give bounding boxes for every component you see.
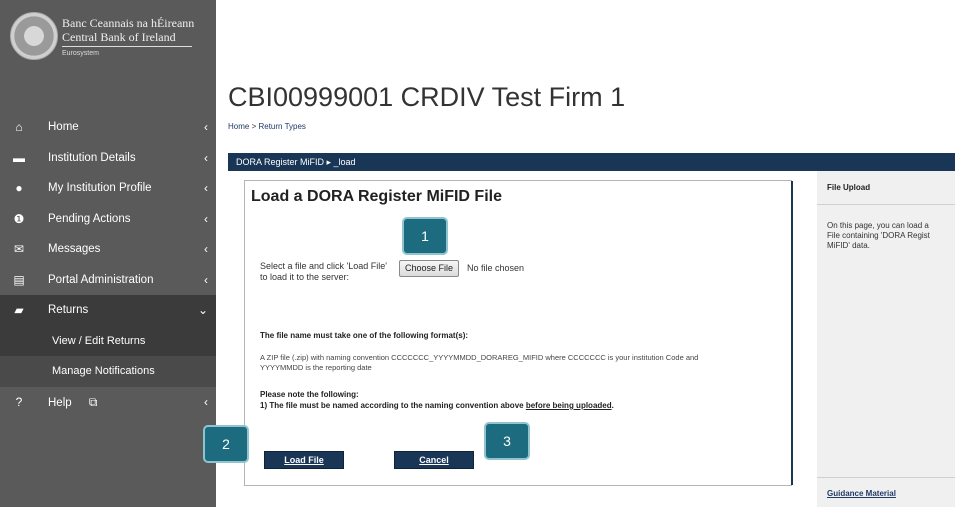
cancel-button[interactable]: Cancel: [394, 451, 474, 469]
choose-file-button[interactable]: Choose File: [399, 260, 460, 277]
panel-divider: [791, 181, 793, 485]
chevron-down-icon: ⌄: [197, 303, 208, 317]
sidebar-item-label: Returns: [48, 304, 89, 316]
help-panel: File Upload On this page, you can load a…: [817, 171, 955, 507]
load-file-button[interactable]: Load File: [264, 451, 344, 469]
sidebar-subitem-manage-notifications[interactable]: Manage Notifications: [0, 356, 216, 387]
sidebar-item-label: My Institution Profile: [48, 182, 152, 194]
user-icon: ●: [15, 181, 23, 195]
list-icon: ▤: [13, 272, 25, 287]
form-title: Load a DORA Register MiFID File: [251, 188, 502, 205]
chevron-left-icon: ‹: [204, 394, 208, 409]
envelope-icon: ✉: [13, 242, 25, 256]
note-text-prefix: 1) The file must be named according to t…: [260, 401, 526, 410]
home-icon: ⌂: [15, 120, 23, 134]
alert-icon: ❶: [13, 211, 25, 226]
brand-name-irish: Banc Ceannais na hÉireann: [62, 16, 195, 30]
sidebar-item-label: Pending Actions: [48, 212, 131, 225]
note-text-link[interactable]: before being uploaded: [526, 401, 612, 410]
format-heading: The file name must take one of the follo…: [260, 331, 469, 340]
help-panel-divider: [817, 477, 955, 478]
chevron-left-icon: ‹: [204, 272, 208, 287]
callout-1: 1: [402, 217, 448, 255]
breadcrumb-return-types[interactable]: Return Types: [258, 122, 305, 131]
file-select-label: Select a file and click 'Load File' to l…: [260, 261, 388, 282]
breadcrumb-home[interactable]: Home: [228, 122, 249, 131]
chevron-left-icon: ‹: [204, 150, 208, 165]
sidebar-subitem-view-edit-returns[interactable]: View / Edit Returns: [0, 325, 216, 356]
seal-icon: [10, 12, 58, 60]
help-panel-body: On this page, you can load a File contai…: [827, 221, 930, 250]
page-title: CBI00999001 CRDIV Test Firm 1: [228, 82, 626, 112]
sidebar-item-my-institution-profile[interactable]: ● My Institution Profile ‹: [0, 173, 216, 204]
sidebar-item-label: Home: [48, 121, 79, 133]
chevron-left-icon: ‹: [204, 120, 208, 134]
chevron-left-icon: ‹: [204, 211, 208, 226]
sidebar: Banc Ceannais na hÉireann Central Bank o…: [0, 0, 216, 507]
chevron-left-icon: ‹: [204, 181, 208, 195]
breadcrumb: Home > Return Types: [228, 122, 306, 131]
brand-eurosystem: Eurosystem: [62, 50, 99, 57]
sidebar-item-label: Help: [48, 396, 72, 409]
section-bar: DORA Register MiFID ▸ _load: [228, 153, 955, 171]
briefcase-icon: ▬: [13, 150, 25, 165]
folder-open-icon: ▰: [14, 303, 24, 317]
guidance-material-link[interactable]: Guidance Material: [827, 489, 896, 498]
sidebar-item-label: Institution Details: [48, 151, 136, 164]
callout-2: 2: [203, 425, 249, 463]
sidebar-item-portal-administration[interactable]: ▤ Portal Administration ‹: [0, 265, 216, 296]
file-status-text: No file chosen: [467, 263, 525, 273]
chevron-left-icon: ‹: [204, 242, 208, 256]
sidebar-nav: ⌂ Home ‹ ▬ Institution Details ‹ ● My In…: [0, 112, 216, 417]
brand-name-english: Central Bank of Ireland: [62, 30, 176, 44]
help-panel-title: File Upload: [827, 183, 871, 192]
brand-logo[interactable]: Banc Ceannais na hÉireann Central Bank o…: [8, 10, 208, 70]
brand-divider: [62, 46, 192, 47]
note-text: 1) The file must be named according to t…: [260, 401, 614, 410]
sidebar-item-pending-actions[interactable]: ❶ Pending Actions ‹: [0, 204, 216, 235]
sidebar-item-messages[interactable]: ✉ Messages ‹: [0, 234, 216, 265]
sidebar-item-help[interactable]: ? Help ⧉ ‹: [0, 387, 216, 418]
external-link-icon: ⧉: [88, 394, 98, 409]
help-panel-header: File Upload: [817, 171, 955, 205]
sidebar-item-institution-details[interactable]: ▬ Institution Details ‹: [0, 143, 216, 174]
sidebar-item-label: Portal Administration: [48, 273, 154, 286]
format-description: A ZIP file (.zip) with naming convention…: [260, 353, 699, 372]
sidebar-item-label: Messages: [48, 243, 101, 255]
question-icon: ?: [15, 394, 23, 409]
sidebar-item-returns[interactable]: ▰ Returns ⌄: [0, 295, 216, 326]
note-text-suffix: .: [611, 401, 614, 410]
sidebar-item-home[interactable]: ⌂ Home ‹: [0, 112, 216, 143]
note-heading: Please note the following:: [260, 390, 359, 399]
callout-3: 3: [484, 422, 530, 460]
